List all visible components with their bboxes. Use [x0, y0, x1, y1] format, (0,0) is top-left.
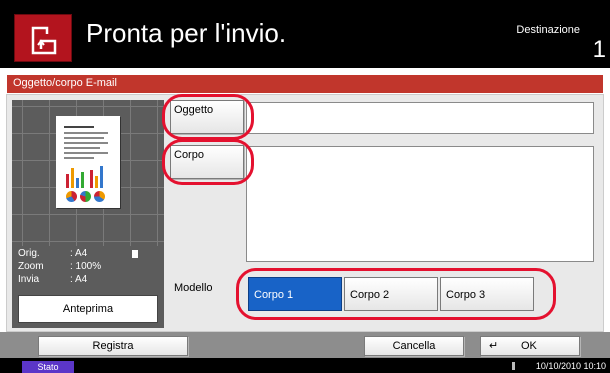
destination-count: 1: [592, 36, 606, 63]
home-button[interactable]: [14, 14, 72, 62]
document-thumbnail: [56, 116, 120, 208]
preview-panel: Orig. : A4 Zoom : 100% Invia : A4 Antepr…: [12, 100, 164, 328]
subject-button-label: Oggetto: [174, 104, 214, 116]
subject-button[interactable]: Oggetto: [170, 100, 244, 134]
template-corpo-1-button[interactable]: Corpo 1: [248, 277, 342, 311]
zoom-row: Zoom : 100%: [12, 261, 164, 272]
destination-label: Destinazione: [516, 24, 580, 36]
paper-orientation-icon: [132, 250, 138, 258]
status-button[interactable]: Stato: [22, 361, 74, 373]
screen-title: Oggetto/corpo E-mail: [13, 77, 117, 89]
zoom-label: Zoom: [18, 261, 44, 272]
register-button[interactable]: Registra: [38, 336, 188, 356]
template-corpo-2-button[interactable]: Corpo 2: [344, 277, 438, 311]
header-bar: Pronta per l'invio. Destinazione 1: [0, 0, 610, 68]
body-field[interactable]: [246, 146, 594, 262]
screen-title-bar: Oggetto/corpo E-mail: [6, 74, 604, 94]
enter-icon: ↵: [489, 340, 499, 352]
preview-button[interactable]: Anteprima: [18, 295, 158, 323]
send-value: : A4: [70, 274, 88, 285]
template-corpo-2-label: Corpo 2: [350, 289, 390, 301]
original-label: Orig.: [18, 248, 40, 259]
send-size-row: Invia : A4: [12, 274, 164, 285]
original-value: : A4: [70, 248, 88, 259]
home-icon: [31, 26, 57, 55]
template-corpo-3-label: Corpo 3: [446, 289, 486, 301]
page-title: Pronta per l'invio.: [86, 18, 287, 48]
network-icon: [512, 362, 515, 370]
date-time: 10/10/2010 10:10: [535, 361, 606, 371]
zoom-value: : 100%: [70, 261, 102, 272]
ok-button[interactable]: ↵ OK: [480, 336, 580, 356]
subject-field[interactable]: [246, 102, 594, 134]
cancel-button[interactable]: Cancella: [364, 336, 464, 356]
template-corpo-1-label: Corpo 1: [254, 289, 294, 301]
body-button[interactable]: Corpo: [170, 145, 244, 179]
status-bar: [0, 358, 610, 373]
send-label: Invia: [18, 274, 40, 285]
body-button-label: Corpo: [174, 149, 204, 161]
original-size-row: Orig. : A4: [12, 248, 164, 259]
template-label: Modello: [174, 282, 213, 294]
template-corpo-3-button[interactable]: Corpo 3: [440, 277, 534, 311]
ok-button-label: OK: [521, 340, 537, 352]
